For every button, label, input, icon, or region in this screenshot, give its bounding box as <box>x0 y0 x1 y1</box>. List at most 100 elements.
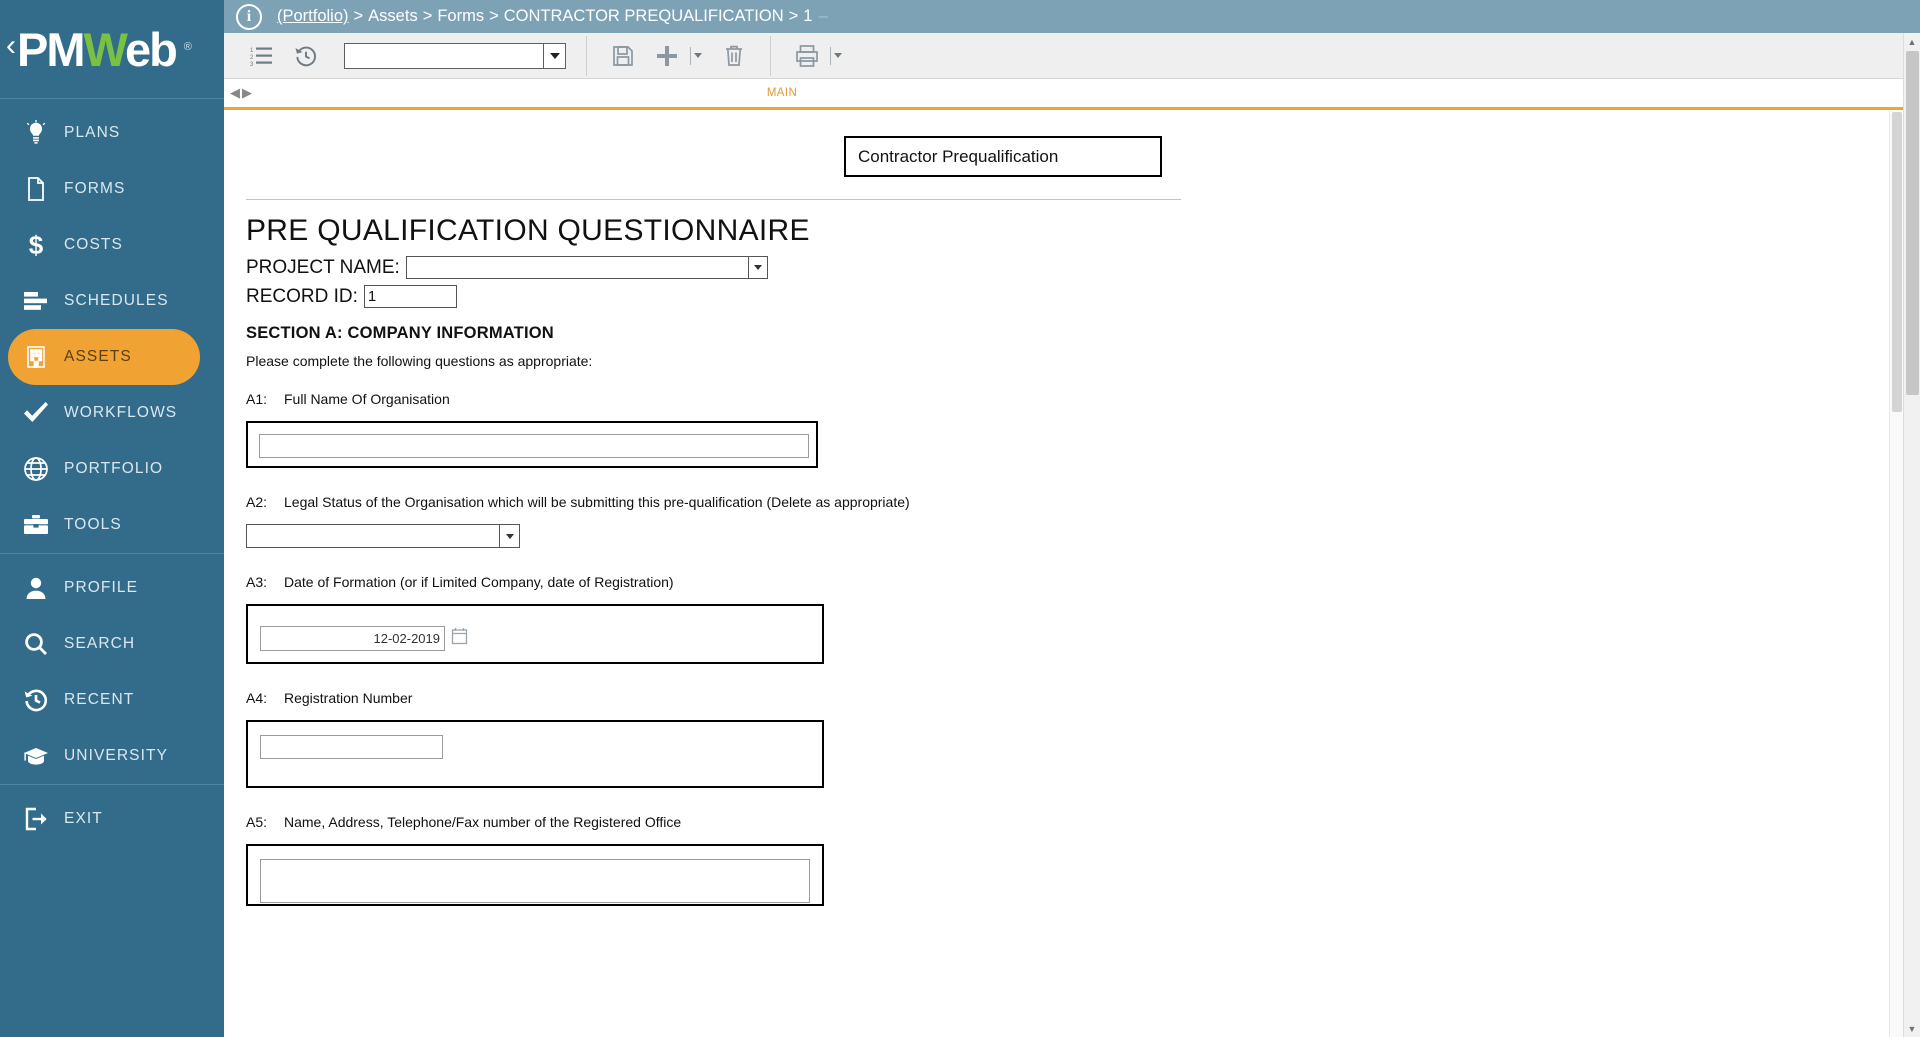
project-name-row: PROJECT NAME: <box>246 256 1446 279</box>
collapse-sidebar-icon[interactable]: ‹ <box>6 31 16 61</box>
svg-text:$: $ <box>29 231 44 259</box>
print-icon[interactable] <box>785 36 829 76</box>
section-heading: SECTION A: COMPANY INFORMATION <box>246 324 1446 343</box>
sidebar-item-costs[interactable]: $ COSTS <box>0 217 224 273</box>
svg-text:3: 3 <box>250 62 254 67</box>
question-a4: A4: Registration Number <box>246 690 1446 706</box>
delete-icon[interactable] <box>712 36 756 76</box>
answer-box-a4 <box>246 720 824 788</box>
sidebar-item-label: FORMS <box>64 180 125 198</box>
sidebar-item-label: TOOLS <box>64 516 122 534</box>
breadcrumb-separator: > <box>354 7 364 26</box>
record-id-input[interactable]: 1 <box>364 285 457 308</box>
breadcrumb-separator: > <box>423 7 433 26</box>
answer-select-value <box>247 525 499 547</box>
logo-w: W <box>84 23 126 76</box>
page-title: PRE QUALIFICATION QUESTIONNAIRE <box>246 214 1446 248</box>
main-sidebar: ‹ PMWeb ® PLANS FORMS $ <box>0 0 224 1037</box>
graduation-cap-icon <box>8 744 64 768</box>
question-text: Registration Number <box>284 690 412 706</box>
sidebar-item-label: PROFILE <box>64 579 138 597</box>
chevron-down-icon[interactable] <box>748 257 767 278</box>
toolbar-divider <box>586 36 587 76</box>
breadcrumb-portfolio[interactable]: (Portfolio) <box>277 7 349 26</box>
sidebar-item-workflows[interactable]: WORKFLOWS <box>0 385 224 441</box>
inner-scrollbar-thumb[interactable] <box>1892 112 1902 412</box>
globe-icon <box>8 456 64 482</box>
check-icon <box>8 400 64 426</box>
answer-textarea-a5[interactable] <box>260 859 810 903</box>
answer-date-a3[interactable]: 12-02-2019 <box>260 626 445 651</box>
page-scrollbar-thumb[interactable] <box>1906 51 1919 395</box>
breadcrumb-assets[interactable]: Assets <box>368 7 418 26</box>
sidebar-item-search[interactable]: SEARCH <box>0 616 224 672</box>
sidebar-item-exit[interactable]: EXIT <box>0 791 224 847</box>
chevron-down-icon[interactable] <box>543 44 565 68</box>
answer-box-a3: 12-02-2019 <box>246 604 824 664</box>
sidebar-item-portfolio[interactable]: PORTFOLIO <box>0 441 224 497</box>
sidebar-item-plans[interactable]: PLANS <box>0 105 224 161</box>
sidebar-item-forms[interactable]: FORMS <box>0 161 224 217</box>
add-icon[interactable] <box>645 36 689 76</box>
sidebar-item-label: RECENT <box>64 691 134 709</box>
sidebar-exit-nav: EXIT <box>0 785 224 847</box>
sidebar-item-recent[interactable]: RECENT <box>0 672 224 728</box>
tab-main[interactable]: MAIN <box>0 87 1920 99</box>
brand-logo[interactable]: ‹ PMWeb ® <box>0 0 224 98</box>
question-number: A4: <box>246 690 284 706</box>
print-split-button[interactable] <box>785 36 842 76</box>
question-number: A2: <box>246 494 284 510</box>
scroll-down-icon[interactable]: ▼ <box>1904 1020 1920 1037</box>
page-scrollbar[interactable]: ▲ ▼ <box>1903 33 1920 1037</box>
toolbar-select[interactable] <box>344 43 566 69</box>
scroll-up-icon[interactable]: ▲ <box>1904 33 1920 50</box>
sidebar-item-assets[interactable]: ASSETS <box>8 329 200 385</box>
toolbox-icon <box>8 513 64 537</box>
chevron-down-icon[interactable] <box>694 53 702 58</box>
exit-icon <box>8 806 64 832</box>
dollar-icon: $ <box>8 231 64 259</box>
logo-eb: eb <box>125 23 176 76</box>
sidebar-item-schedules[interactable]: SCHEDULES <box>0 273 224 329</box>
content-area: i (Portfolio) > Assets > Forms > CONTRAC… <box>224 0 1920 1037</box>
list-icon[interactable]: 123 <box>240 36 284 76</box>
answer-select-a2[interactable] <box>246 524 520 548</box>
sidebar-item-profile[interactable]: PROFILE <box>0 560 224 616</box>
application-window: ‹ PMWeb ® PLANS FORMS $ <box>0 0 1920 1037</box>
tab-strip: ◀ ▶ MAIN <box>224 79 1920 110</box>
question-a5: A5: Name, Address, Telephone/Fax number … <box>246 814 1446 830</box>
bars-icon <box>8 290 64 312</box>
inner-scrollbar[interactable] <box>1889 110 1903 1037</box>
building-icon <box>8 344 64 370</box>
form-title-box: Contractor Prequalification <box>844 136 1162 177</box>
add-split-button[interactable] <box>645 36 702 76</box>
question-number: A3: <box>246 574 284 590</box>
question-text: Date of Formation (or if Limited Company… <box>284 574 674 590</box>
breadcrumb: i (Portfolio) > Assets > Forms > CONTRAC… <box>224 0 1920 33</box>
chevron-down-icon[interactable] <box>834 53 842 58</box>
answer-input-a4[interactable] <box>260 735 443 759</box>
question-text: Legal Status of the Organisation which w… <box>284 494 910 510</box>
info-icon[interactable]: i <box>236 4 262 30</box>
breadcrumb-forms[interactable]: Forms <box>437 7 484 26</box>
question-number: A5: <box>246 814 284 830</box>
calendar-icon[interactable] <box>451 627 468 650</box>
answer-box-a1 <box>246 421 818 468</box>
sidebar-item-label: PLANS <box>64 124 120 142</box>
toolbar-select-value <box>345 44 543 68</box>
sidebar-primary-nav: PLANS FORMS $ COSTS SCHEDULES <box>0 99 224 553</box>
record-id-label: RECORD ID: <box>246 286 358 308</box>
save-icon[interactable] <box>601 36 645 76</box>
history-icon[interactable] <box>284 36 328 76</box>
sidebar-item-university[interactable]: UNIVERSITY <box>0 728 224 784</box>
breadcrumb-tail: – <box>818 7 827 26</box>
lightbulb-icon <box>8 120 64 146</box>
chevron-down-icon[interactable] <box>499 525 519 547</box>
sidebar-item-label: EXIT <box>64 810 103 828</box>
answer-input-a1[interactable] <box>259 434 809 458</box>
breadcrumb-separator: > <box>489 7 499 26</box>
project-name-select[interactable] <box>406 256 768 279</box>
toolbar: 123 <box>224 33 1920 79</box>
breadcrumb-record-type[interactable]: CONTRACTOR PREQUALIFICATION <box>504 7 784 26</box>
sidebar-item-tools[interactable]: TOOLS <box>0 497 224 553</box>
